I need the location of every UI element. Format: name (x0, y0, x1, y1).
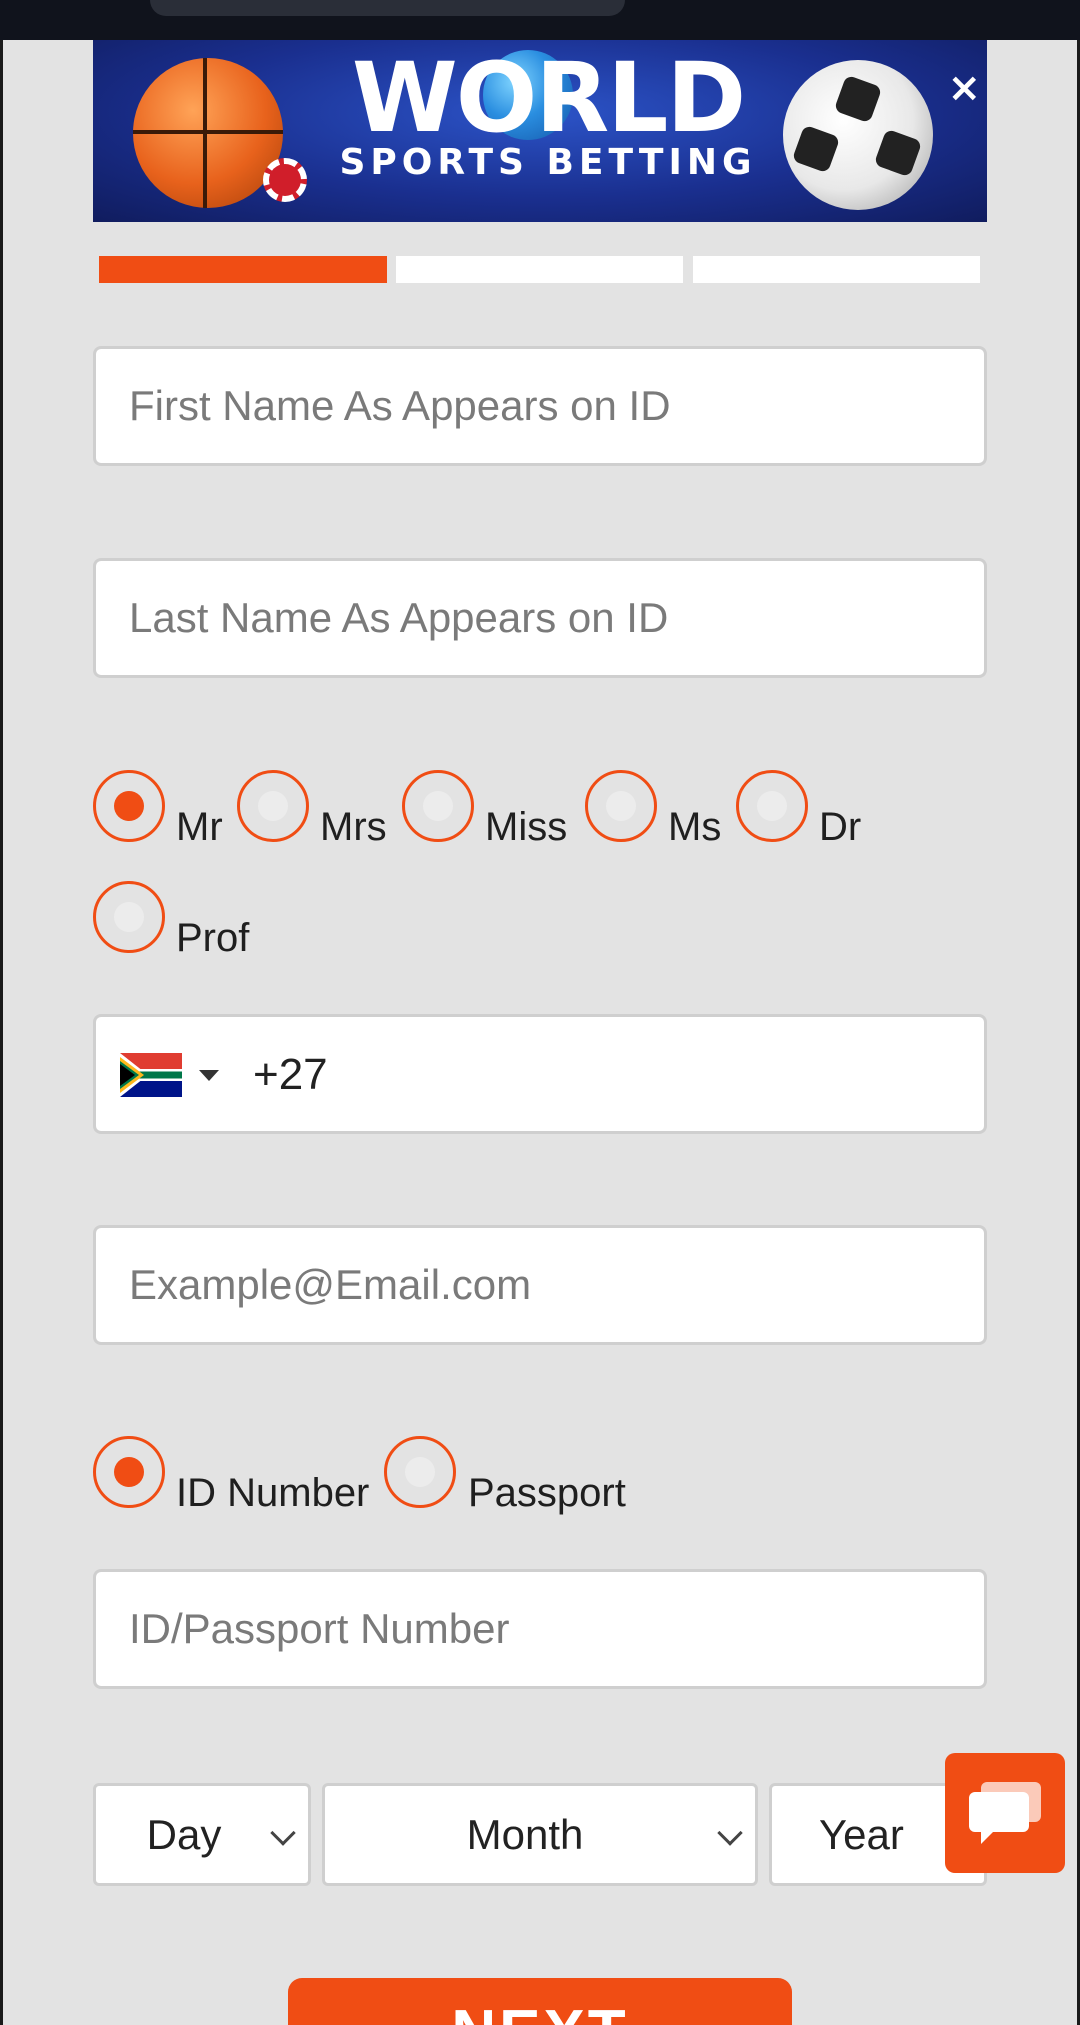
banner-logo-title: WORLD (351, 42, 746, 154)
title-label-ms: Ms (668, 805, 722, 849)
id-type-radio-id-number[interactable] (93, 1436, 165, 1508)
status-bar (0, 0, 1080, 40)
id-number-field[interactable] (93, 1569, 987, 1689)
chat-button[interactable] (945, 1753, 1065, 1873)
close-icon[interactable]: × (947, 68, 981, 108)
poker-chip-icon (263, 158, 307, 202)
first-name-input[interactable] (129, 382, 984, 430)
title-radio-prof[interactable] (93, 881, 165, 953)
first-name-field[interactable] (93, 346, 987, 466)
dob-month-select[interactable]: Month (322, 1783, 758, 1886)
dob-month-label: Month (466, 1810, 584, 1858)
chat-bubble-icon (969, 1782, 1041, 1844)
title-label-prof: Prof (176, 916, 250, 960)
id-type-label-id-number: ID Number (176, 1471, 370, 1515)
last-name-input[interactable] (129, 594, 984, 642)
phone-field[interactable]: +27 (93, 1014, 987, 1134)
title-radio-ms[interactable] (585, 770, 657, 842)
promo-banner[interactable]: WORLD SPORTS BETTING × (93, 40, 987, 222)
title-label-mr: Mr (176, 805, 223, 849)
dial-code[interactable]: +27 (253, 1047, 328, 1103)
title-radio-miss[interactable] (402, 770, 474, 842)
progress-step-2 (396, 256, 683, 283)
soccer-ball-icon (783, 60, 933, 210)
progress-step-1 (99, 256, 387, 283)
title-radio-dr[interactable] (736, 770, 808, 842)
basketball-icon (133, 58, 283, 208)
south-africa-flag-icon[interactable] (120, 1053, 182, 1097)
title-label-miss: Miss (485, 805, 568, 849)
id-type-radio-passport[interactable] (384, 1436, 456, 1508)
title-radio-mr[interactable] (93, 770, 165, 842)
frame-edge (0, 40, 3, 2025)
next-button[interactable]: NEXT (288, 1978, 792, 2025)
banner-logo-subtitle: SPORTS BETTING (339, 142, 757, 183)
chevron-down-icon[interactable] (199, 1070, 219, 1081)
title-radio-mrs[interactable] (237, 770, 309, 842)
id-type-label-passport: Passport (468, 1471, 626, 1515)
email-input[interactable] (129, 1261, 984, 1309)
notch (150, 0, 625, 16)
dob-day-select[interactable]: Day (93, 1783, 311, 1886)
id-number-input[interactable] (129, 1605, 984, 1653)
progress-step-3 (693, 256, 980, 283)
email-field[interactable] (93, 1225, 987, 1345)
title-label-dr: Dr (819, 805, 862, 849)
title-label-mrs: Mrs (320, 805, 387, 849)
last-name-field[interactable] (93, 558, 987, 678)
